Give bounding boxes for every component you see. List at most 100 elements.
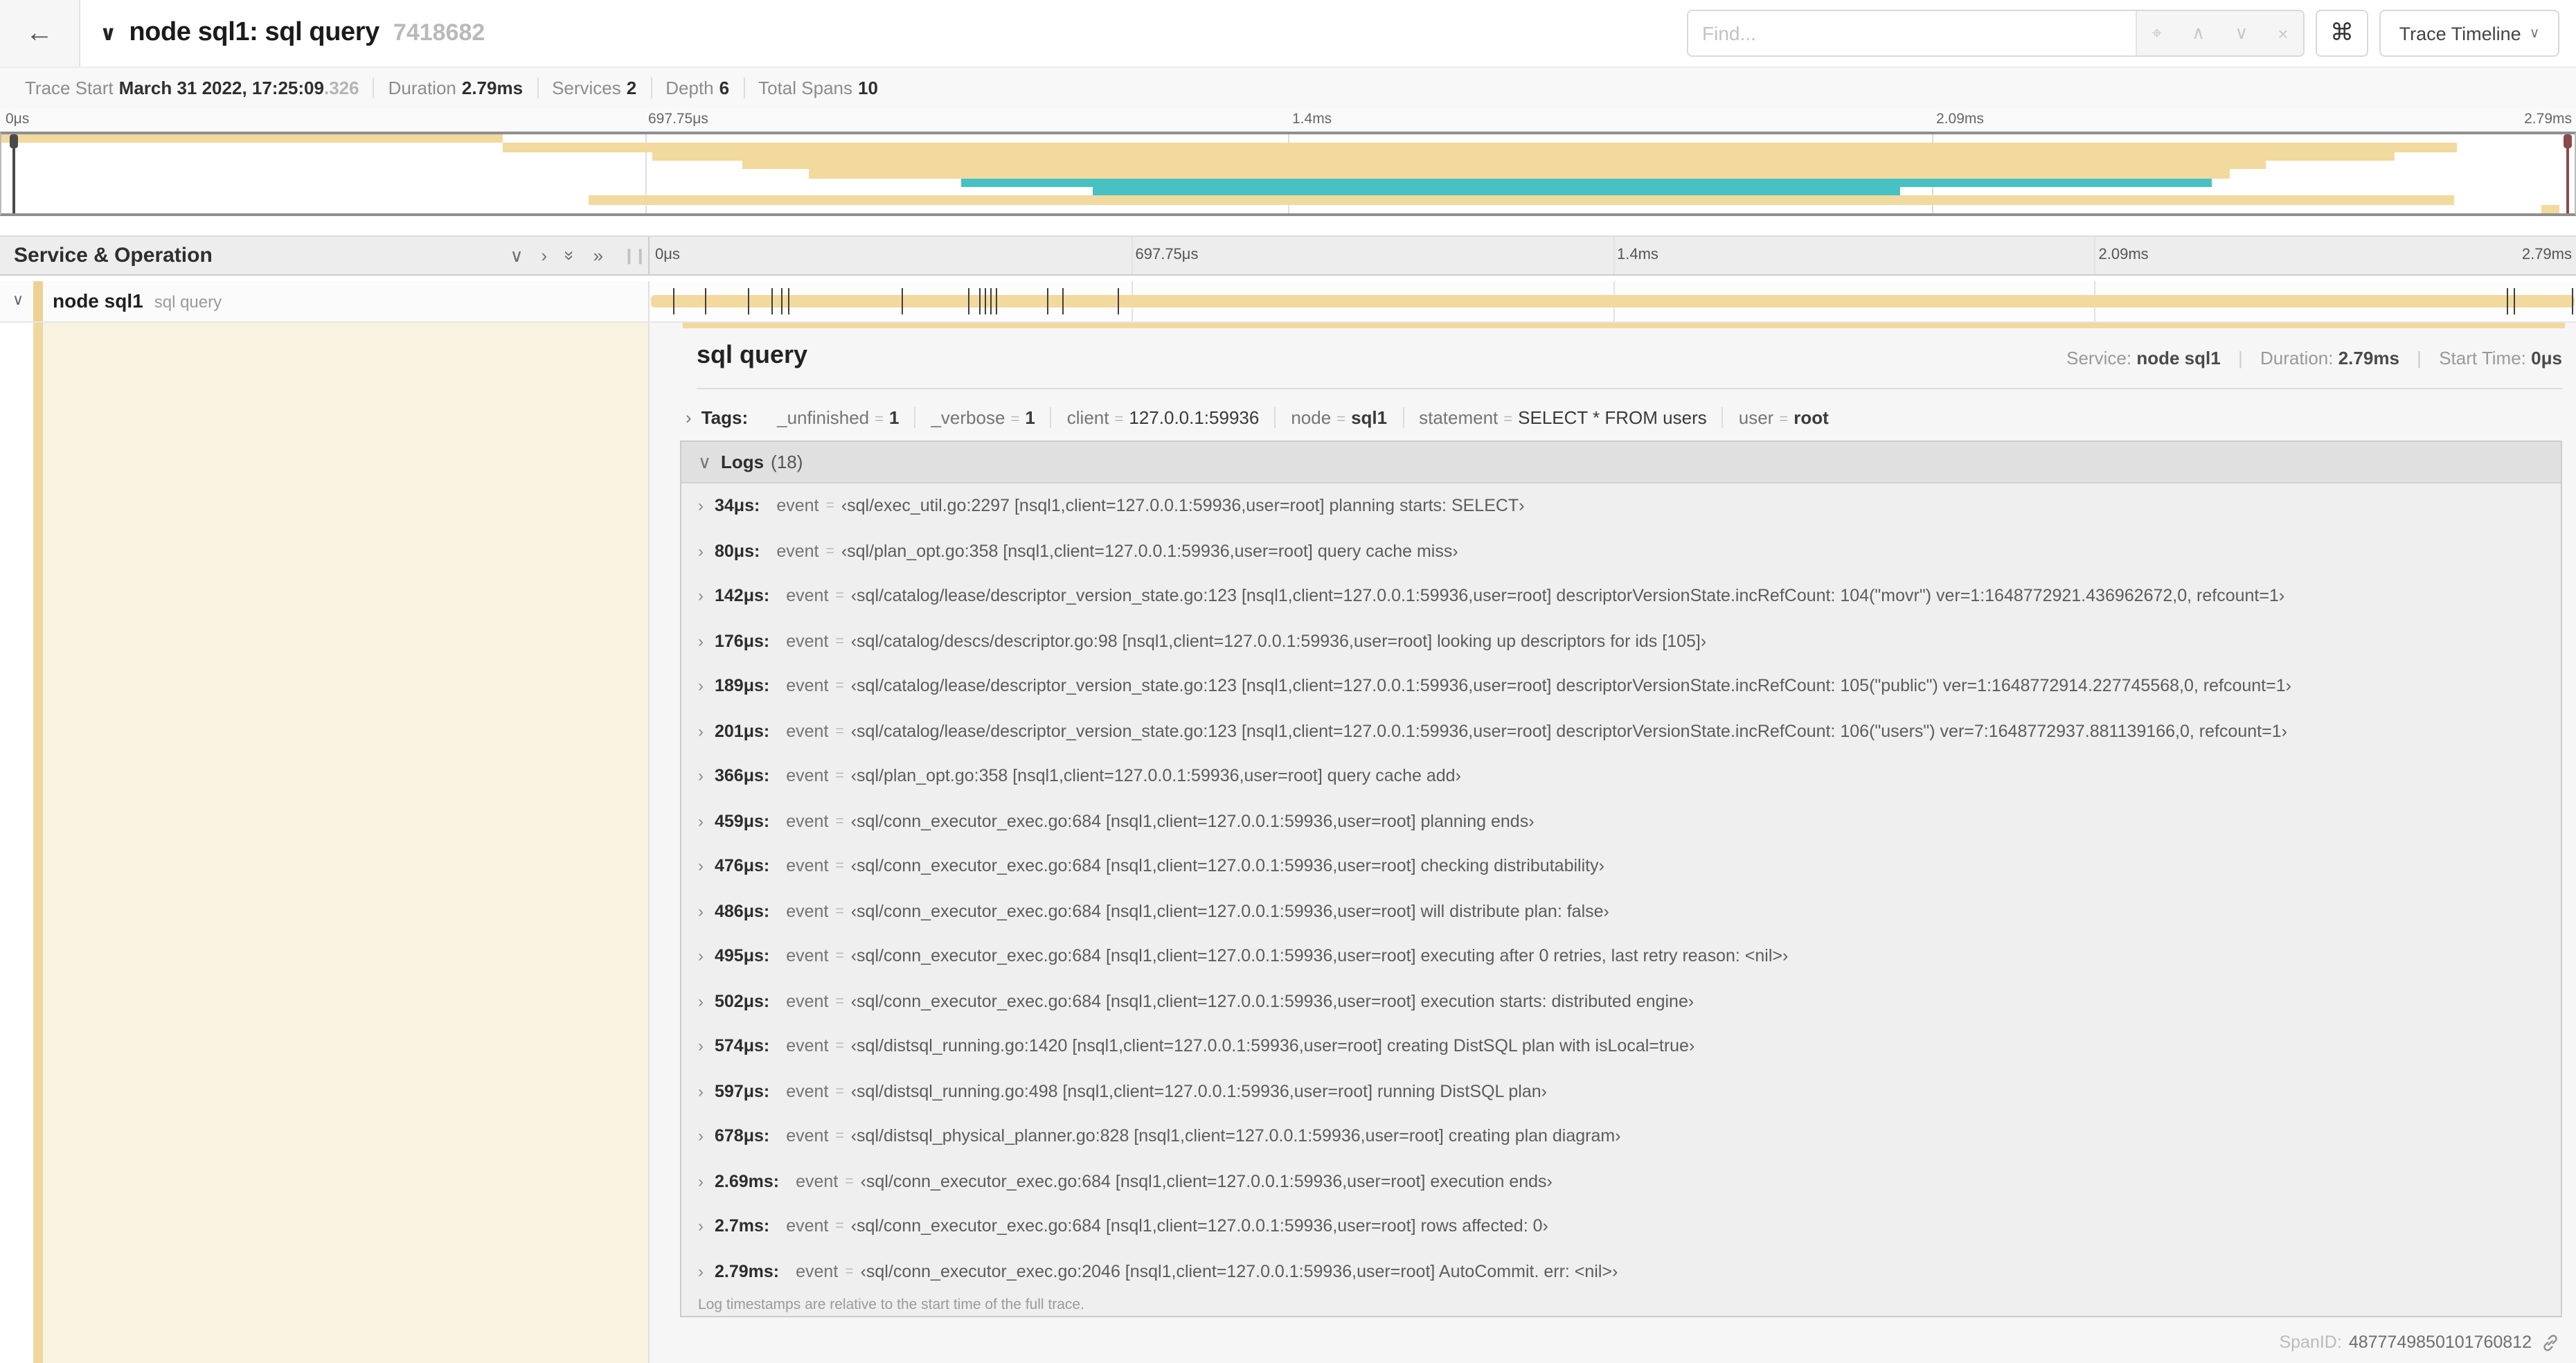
log-entry[interactable]: › 495μs: event = ‹sql/conn_executor_exec.go:… [681,934,2561,979]
scrubber-grip[interactable] [10,134,18,148]
view-selector-button[interactable]: Trace Timeline ∨ [2379,10,2559,57]
minimap-canvas[interactable] [0,132,2576,216]
back-arrow-icon: ← [26,17,53,48]
locate-icon[interactable]: ⌖ [2152,22,2163,44]
timeline-ticks-header: 0μs 697.75μs 1.4ms 2.09ms 2.79ms [648,237,2576,274]
log-expand-icon[interactable]: › [698,947,704,966]
detail-left-column [0,323,648,1363]
log-timestamp: 495μs: [715,946,770,966]
log-entry[interactable]: › 486μs: event = ‹sql/conn_executor_exec.go:… [681,889,2561,934]
log-expand-icon[interactable]: › [698,1037,704,1056]
expand-all-icon[interactable]: » [593,245,603,266]
log-expand-icon[interactable]: › [698,632,704,651]
log-expand-icon[interactable]: › [698,1127,704,1146]
minimap-left-scrubber[interactable] [10,134,18,213]
span-row-timeline-cell[interactable] [648,281,2576,323]
log-field-name: event [786,1036,829,1056]
log-timestamp: 2.69ms: [715,1171,780,1191]
tag-key: user [1738,407,1774,428]
log-equals: = [835,902,844,920]
span-collapse-icon[interactable]: ∨ [12,291,24,309]
find-input[interactable] [1688,11,2136,55]
log-equals: = [835,857,844,875]
logs-header[interactable]: ∨ Logs (18) [681,442,2561,483]
find-next-icon[interactable]: ∨ [2235,22,2248,44]
minimap-tick-row: 0μs 697.75μs 1.4ms 2.09ms 2.79ms [0,108,2576,132]
tag-key: node [1291,407,1332,428]
log-expand-icon[interactable]: › [698,992,704,1011]
minimap-span [588,195,2454,205]
log-entry[interactable]: › 459μs: event = ‹sql/conn_executor_exec.go:… [681,799,2561,844]
tag-item: statement = SELECT * FROM users [1404,407,1724,428]
log-expand-icon[interactable]: › [698,1082,704,1101]
collapse-trace-icon[interactable]: ∨ [100,21,116,46]
timeline-tick: 1.4ms [1617,247,1658,263]
summary-label: Services [552,78,621,98]
tags-expand-icon[interactable]: › [686,407,692,428]
log-field-name: event [786,946,829,966]
log-field-name: event [796,1171,839,1191]
log-timestamp: 176μs: [715,631,770,651]
log-entry[interactable]: › 574μs: event = ‹sql/distsql_running.go:142… [681,1024,2561,1069]
minimap-right-scrubber[interactable] [2564,134,2572,213]
log-message: ‹sql/conn_executor_exec.go:684 [nsql1,cl… [850,901,1609,921]
log-expand-icon[interactable]: › [698,497,704,516]
tag-equals: = [1114,411,1124,428]
logs-title: Logs [721,452,764,472]
log-expand-icon[interactable]: › [698,1262,704,1281]
log-expand-icon[interactable]: › [698,902,704,921]
log-equals: = [835,812,844,830]
log-entry[interactable]: › 80μs: event = ‹sql/plan_opt.go:358 [nsql1,… [681,528,2561,573]
log-expand-icon[interactable]: › [698,1217,704,1236]
log-entry[interactable]: › 678μs: event = ‹sql/distsql_physical_plann… [681,1114,2561,1159]
find-prev-icon[interactable]: ∧ [2192,22,2205,44]
collapse-all-icon[interactable]: » [560,251,580,260]
log-field-name: event [786,901,829,921]
scrubber-grip[interactable] [2564,134,2572,148]
log-entry[interactable]: › 366μs: event = ‹sql/plan_opt.go:358 [nsql1… [681,754,2561,799]
log-entry[interactable]: › 201μs: event = ‹sql/catalog/lease/descript… [681,709,2561,754]
log-entry[interactable]: › 176μs: event = ‹sql/catalog/descs/descript… [681,618,2561,663]
start-time-label: Start Time: [2439,348,2526,368]
tags-row[interactable]: › Tags: _unfinished = 1 _verbose = 1 client =… [686,399,2562,436]
log-expand-icon[interactable]: › [698,587,704,606]
log-event-tick [2506,288,2508,314]
tag-value: 127.0.0.1:59936 [1129,407,1260,428]
title-wrap: ∨ node sql1: sql query 7418682 [100,0,485,66]
find-box: ⌖ ∧ ∨ × [1687,10,2305,57]
log-expand-icon[interactable]: › [698,857,704,876]
log-expand-icon[interactable]: › [698,542,704,561]
log-expand-icon[interactable]: › [698,722,704,741]
log-expand-icon[interactable]: › [698,767,704,786]
log-entry[interactable]: › 34μs: event = ‹sql/exec_util.go:2297 [nsql… [681,483,2561,528]
log-expand-icon[interactable]: › [698,812,704,831]
service-name: node sql1 sql query [53,289,222,312]
log-equals: = [835,947,844,965]
deep-link-icon[interactable] [2541,1333,2559,1351]
log-entry[interactable]: › 476μs: event = ‹sql/conn_executor_exec.go:… [681,844,2561,889]
log-expand-icon[interactable]: › [698,677,704,696]
timeline-gridline [1613,237,1614,274]
span-duration-bar[interactable] [651,295,2575,308]
log-entry[interactable]: › 2.69ms: event = ‹sql/conn_executor_exec.go… [681,1159,2561,1204]
log-equals: = [825,497,834,515]
span-color-topline [683,323,2565,328]
log-entry[interactable]: › 597μs: event = ‹sql/distsql_running.go:498… [681,1069,2561,1114]
log-entry[interactable]: › 189μs: event = ‹sql/catalog/lease/descript… [681,663,2561,709]
log-entry[interactable]: › 2.79ms: event = ‹sql/conn_executor_exec.go… [681,1249,2561,1294]
keyboard-shortcuts-button[interactable]: ⌘ [2316,10,2368,57]
expand-one-icon[interactable]: › [542,245,548,266]
back-button[interactable]: ← [0,0,80,66]
collapse-one-icon[interactable]: ∨ [510,244,523,267]
log-expand-icon[interactable]: › [698,1172,704,1191]
find-clear-icon[interactable]: × [2278,23,2288,44]
column-resizer[interactable]: ❙❙ [623,247,647,265]
log-entry[interactable]: › 2.7ms: event = ‹sql/conn_executor_exec.go:… [681,1204,2561,1249]
span-row-name-cell[interactable]: ∨ node sql1 sql query [0,281,648,323]
log-entry[interactable]: › 142μs: event = ‹sql/catalog/lease/descript… [681,573,2561,618]
log-entry[interactable]: › 502μs: event = ‹sql/conn_executor_exec.go:… [681,979,2561,1024]
log-message: ‹sql/catalog/lease/descriptor_version_st… [850,586,2285,606]
operation-name: sql query [154,292,222,312]
tag-equals: = [1010,411,1020,428]
span-operation-title: sql query [697,341,808,368]
